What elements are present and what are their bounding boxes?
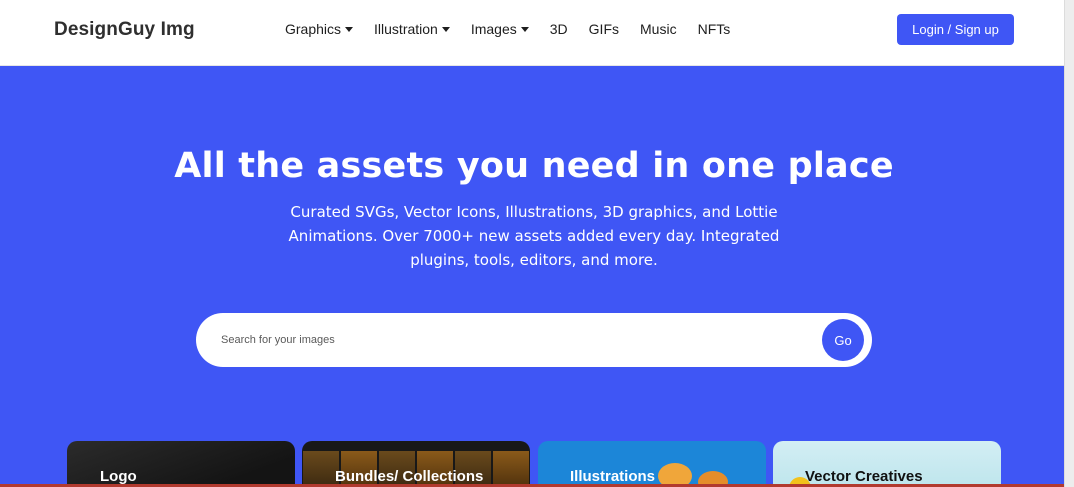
search-input[interactable] <box>221 330 811 350</box>
caret-down-icon <box>345 27 354 32</box>
category-card-bundles[interactable]: Bundles/ Collections <box>302 441 530 487</box>
category-card-label: Illustrations <box>570 468 656 485</box>
hero-title: All the assets you need in one place <box>174 146 894 186</box>
search-bar: Go <box>196 313 872 367</box>
nav-label: 3D <box>549 21 568 37</box>
nav-item-graphics[interactable]: Graphics <box>285 21 354 37</box>
category-card-label: Bundles/ Collections <box>335 468 484 485</box>
nav-item-gifs[interactable]: GIFs <box>589 21 619 37</box>
category-card-label: Vector Creatives <box>805 468 923 485</box>
nav-label: Illustration <box>374 21 438 37</box>
nav-label: Music <box>640 21 677 37</box>
category-card-illustrations[interactable]: Illustrations <box>538 441 766 487</box>
nav-label: Images <box>470 21 517 37</box>
nav-label: NFTs <box>697 21 731 37</box>
category-card-vector-creatives[interactable]: Vector Creatives <box>773 441 1001 487</box>
page: DesignGuy Img Graphics Illustration Imag… <box>0 0 1064 487</box>
search-go-button[interactable]: Go <box>822 319 864 361</box>
site-header: DesignGuy Img Graphics Illustration Imag… <box>0 0 1064 66</box>
nav-label: GIFs <box>588 21 620 37</box>
nav-item-illustration[interactable]: Illustration <box>374 21 450 37</box>
caret-down-icon <box>520 27 529 32</box>
category-card-label: Logo <box>100 468 137 485</box>
vertical-scrollbar[interactable] <box>1064 0 1074 487</box>
caret-down-icon <box>441 27 450 32</box>
nav-item-3d[interactable]: 3D <box>550 21 568 37</box>
nav-label: Graphics <box>285 21 342 37</box>
nav-item-music[interactable]: Music <box>640 21 677 37</box>
hero-subtitle: Curated SVGs, Vector Icons, Illustration… <box>288 203 780 269</box>
nav-item-nfts[interactable]: NFTs <box>698 21 731 37</box>
login-signup-button[interactable]: Login / Sign up <box>897 14 1014 45</box>
nav-item-images[interactable]: Images <box>471 21 529 37</box>
main-nav: Graphics Illustration Images 3D GIFs Mus… <box>285 21 751 37</box>
category-card-logo[interactable]: Logo <box>67 441 295 487</box>
site-logo[interactable]: DesignGuy Img <box>54 19 195 41</box>
